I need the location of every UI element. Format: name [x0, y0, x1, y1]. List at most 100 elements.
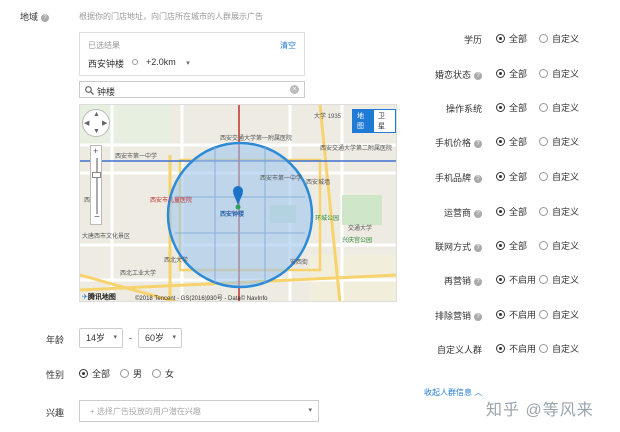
help-icon[interactable]: ? — [474, 312, 482, 321]
audience-option-default[interactable]: 全部 — [496, 32, 527, 45]
zoom-in-icon[interactable]: + — [93, 146, 98, 156]
audience-option-label: 自定义 — [552, 310, 580, 320]
audience-option-custom[interactable]: 自定义 — [539, 205, 579, 218]
age-from-select[interactable]: 14岁 ▾ — [79, 328, 123, 348]
radio-icon — [539, 344, 548, 353]
radio-icon — [132, 59, 138, 65]
region-hint: 根据你的门店地址，向门店所在城市的人群展示广告 — [79, 12, 263, 21]
audience-option-label: 自定义 — [552, 241, 580, 251]
audience-option-custom[interactable]: 自定义 — [539, 135, 579, 148]
audience-option-custom[interactable]: 自定义 — [539, 342, 579, 355]
zoom-handle[interactable] — [92, 172, 101, 178]
audience-option-label: 自定义 — [552, 275, 580, 285]
radio-icon — [496, 207, 505, 216]
radio-icon — [539, 34, 548, 43]
audience-option-custom[interactable]: 自定义 — [539, 170, 579, 183]
map-poi: 大唐西市文化景区 — [82, 234, 131, 240]
audience-option-default[interactable]: 全部 — [496, 239, 527, 252]
age-to-select[interactable]: 60岁 ▾ — [138, 328, 182, 348]
help-icon[interactable]: ? — [41, 13, 50, 22]
audience-option-default[interactable]: 不启用 — [496, 308, 536, 321]
gender-option-female[interactable]: 女 — [152, 367, 174, 380]
help-icon[interactable]: ? — [474, 277, 482, 286]
search-value: 钟楼 — [97, 87, 116, 97]
map-zoom-slider[interactable]: + − — [90, 145, 102, 225]
audience-option-default[interactable]: 不启用 — [496, 342, 536, 355]
clear-search-icon[interactable]: × — [290, 85, 299, 94]
help-icon[interactable]: ? — [474, 139, 482, 148]
help-icon[interactable]: ? — [474, 209, 482, 218]
map-logo: ✈腾讯地图 — [82, 294, 116, 301]
help-icon[interactable]: ? — [474, 71, 482, 80]
interest-select[interactable]: + 选择广告投放的用户潜在兴趣 ▾ — [79, 400, 319, 422]
map-mode-satellite[interactable]: 卫星 — [374, 110, 395, 132]
audience-option-default[interactable]: 全部 — [496, 67, 527, 80]
clear-button[interactable]: 清空 — [280, 40, 296, 51]
audience-row-label: 婚恋状态? — [400, 68, 482, 81]
audience-option-custom[interactable]: 自定义 — [539, 32, 579, 45]
radio-icon — [539, 275, 548, 284]
radio-icon — [496, 241, 505, 250]
map-poi: 兴庆宫公园 — [342, 238, 373, 244]
chevron-up-icon: ︿ — [474, 388, 483, 397]
help-icon[interactable]: ? — [474, 174, 482, 183]
gender-option-all[interactable]: 全部 — [79, 367, 110, 380]
audience-row-label: 操作系统 — [445, 104, 482, 114]
collapse-audience-link[interactable]: 收起人群信息 ︿ — [424, 387, 482, 398]
watermark: 知乎 @等风来 — [486, 402, 594, 419]
audience-option-label: 自定义 — [552, 344, 580, 354]
radio-icon — [539, 241, 548, 250]
audience-option-label: 不启用 — [509, 310, 537, 320]
audience-row-label: 自定义人群 — [436, 345, 482, 355]
audience-row-label: 排除营销? — [400, 309, 482, 322]
gender-option-male[interactable]: 男 — [120, 367, 142, 380]
map-poi: 安西街 — [290, 260, 309, 266]
audience-option-custom[interactable]: 自定义 — [539, 101, 579, 114]
audience-option-label: 全部 — [509, 172, 528, 182]
audience-option-label: 不启用 — [509, 275, 537, 285]
help-icon[interactable]: ? — [474, 243, 482, 252]
radio-icon — [496, 275, 505, 284]
chevron-down-icon: ▾ — [172, 334, 176, 341]
radio-icon — [539, 103, 548, 112]
age-dash: - — [129, 333, 132, 343]
audience-option-label: 全部 — [509, 69, 528, 79]
map-mode-toggle[interactable]: 地图 卫星 — [352, 109, 396, 133]
audience-row-label: 联网方式? — [400, 240, 482, 253]
audience-option-label: 自定义 — [552, 34, 580, 44]
radio-icon — [539, 310, 548, 319]
map-poi: 西安钟楼 — [220, 212, 245, 218]
selected-location-tag: 西安钟楼 — [88, 59, 125, 69]
location-search-input[interactable]: 钟楼 × — [79, 81, 305, 98]
audience-option-default[interactable]: 全部 — [496, 135, 527, 148]
audience-row-label: 手机品牌? — [400, 171, 482, 184]
audience-option-custom[interactable]: 自定义 — [539, 239, 579, 252]
radio-icon — [539, 172, 548, 181]
radio-icon — [496, 103, 505, 112]
audience-option-label: 全部 — [509, 137, 528, 147]
audience-row-label: 运营商? — [400, 206, 482, 219]
audience-option-default[interactable]: 不启用 — [496, 273, 536, 286]
audience-option-custom[interactable]: 自定义 — [539, 308, 579, 321]
audience-option-custom[interactable]: 自定义 — [539, 67, 579, 80]
gender-label: 性别 — [45, 370, 64, 380]
map-mode-map[interactable]: 地图 — [353, 110, 374, 132]
map-poi: 西北大学 — [164, 258, 189, 264]
zoom-out-icon[interactable]: − — [94, 212, 100, 223]
map-poi: 西北工业大学 — [120, 271, 157, 277]
radius-select[interactable]: +2.0km ▾ — [146, 57, 190, 67]
map-view[interactable]: 大学 1935 西安交通大学第一附属医院 西安交通大学第二附属医院 西安市第一中… — [79, 104, 397, 302]
audience-option-label: 全部 — [509, 241, 528, 251]
audience-option-label: 自定义 — [552, 137, 580, 147]
audience-option-label: 全部 — [509, 34, 528, 44]
audience-option-default[interactable]: 全部 — [496, 170, 527, 183]
audience-option-default[interactable]: 全部 — [496, 101, 527, 114]
audience-option-default[interactable]: 全部 — [496, 205, 527, 218]
chevron-down-icon: ▾ — [308, 407, 312, 414]
map-poi: 西安交通大学第一附属医院 — [220, 136, 293, 142]
map-pan-control[interactable]: ▲ ▼ ◀ ▶ — [82, 109, 110, 137]
map-poi: 西安市第一中学 — [115, 154, 158, 160]
radio-icon — [496, 344, 505, 353]
audience-option-custom[interactable]: 自定义 — [539, 273, 579, 286]
map-poi: 环城公园 — [315, 216, 340, 222]
